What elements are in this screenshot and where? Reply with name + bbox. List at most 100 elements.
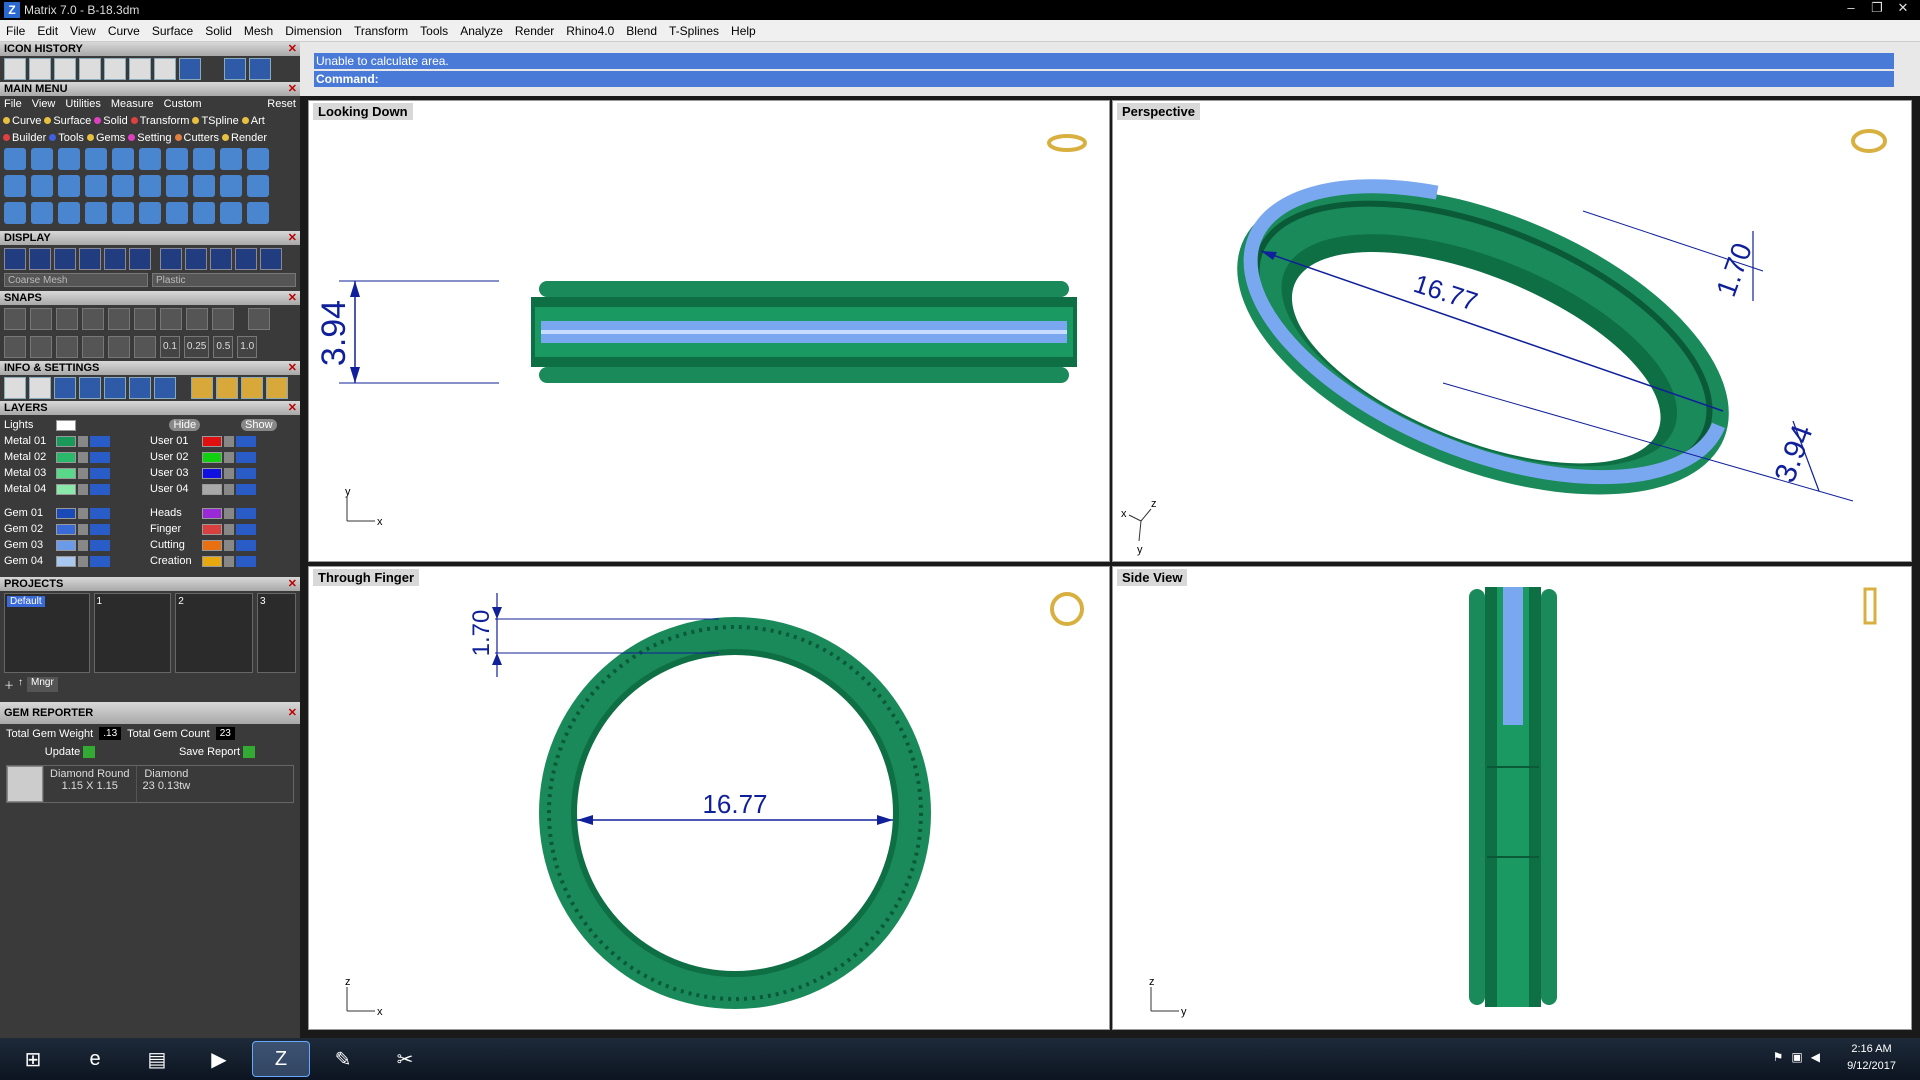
tool-icon[interactable] — [154, 377, 176, 399]
close-icon[interactable]: ✕ — [288, 702, 297, 724]
snap-icon[interactable] — [56, 308, 78, 330]
menu-item-tspline[interactable]: TSpline — [192, 113, 239, 128]
lock-icon[interactable] — [224, 523, 234, 535]
clock[interactable]: 2:16 AM 9/12/2017 — [1847, 1041, 1896, 1075]
visibility-toggle[interactable] — [236, 555, 256, 567]
menu-item-transform[interactable]: Transform — [130, 113, 189, 128]
tool-icon[interactable] — [247, 148, 269, 170]
view-orientation-ring-icon[interactable] — [1863, 587, 1877, 625]
layer-color-swatch[interactable] — [202, 523, 222, 535]
add-icon[interactable]: ＋ — [4, 677, 14, 692]
lock-icon[interactable] — [224, 451, 234, 463]
history-tool-icon[interactable] — [29, 58, 51, 80]
visibility-toggle[interactable] — [90, 523, 110, 535]
tool-icon[interactable] — [54, 377, 76, 399]
tool-icon[interactable] — [166, 202, 188, 224]
snap-icon[interactable] — [212, 308, 234, 330]
tool-icon[interactable] — [216, 377, 238, 399]
menu-item-curve[interactable]: Curve — [3, 113, 41, 128]
layer-color-swatch[interactable] — [202, 555, 222, 567]
tool-icon[interactable] — [4, 202, 26, 224]
snap-icon[interactable] — [186, 308, 208, 330]
visibility-toggle[interactable] — [236, 539, 256, 551]
snap-icon[interactable] — [30, 336, 52, 358]
layer-item[interactable]: Gem 03 — [4, 539, 150, 551]
tool-icon[interactable] — [193, 148, 215, 170]
tool-icon[interactable] — [193, 175, 215, 197]
display-mode-icon[interactable] — [29, 248, 51, 270]
app-taskbar-icon[interactable]: ✂ — [376, 1041, 434, 1077]
display-mode-icon[interactable] — [54, 248, 76, 270]
layer-item[interactable]: Metal 02 — [4, 451, 150, 463]
layer-color-swatch[interactable] — [202, 539, 222, 551]
lock-icon[interactable] — [78, 451, 88, 463]
project-default[interactable]: Default — [7, 596, 45, 607]
snap-icon[interactable] — [134, 336, 156, 358]
tool-icon[interactable] — [58, 148, 80, 170]
project-slot-1[interactable]: 1 — [97, 596, 103, 607]
display-mode-icon[interactable] — [79, 248, 101, 270]
arrow-left-icon[interactable] — [224, 58, 246, 80]
lock-icon[interactable] — [224, 507, 234, 519]
close-icon[interactable]: ✕ — [288, 291, 297, 305]
settings-icon[interactable] — [4, 377, 26, 399]
menu-render[interactable]: Render — [509, 24, 560, 38]
lock-icon[interactable] — [224, 483, 234, 495]
layer-color-swatch[interactable] — [56, 507, 76, 519]
snap-value-05[interactable]: 0.5 — [213, 336, 234, 358]
tool-icon[interactable] — [31, 175, 53, 197]
snap-icon[interactable] — [160, 308, 182, 330]
command-input[interactable]: Command: — [314, 71, 1894, 87]
material-icon[interactable] — [260, 248, 282, 270]
tool-icon[interactable] — [139, 148, 161, 170]
media-player-icon[interactable]: ▶ — [190, 1041, 248, 1077]
close-button[interactable]: ✕ — [1892, 0, 1914, 16]
viewport-looking-down[interactable]: 3.94 y x Looking Down — [308, 100, 1110, 562]
menu-item-gems[interactable]: Gems — [86, 130, 125, 145]
hide-button[interactable]: Hide — [169, 419, 201, 431]
menu-view[interactable]: View — [64, 24, 102, 38]
lock-icon[interactable] — [78, 483, 88, 495]
matrix-taskbar-icon[interactable]: Z — [252, 1041, 310, 1077]
visibility-toggle[interactable] — [90, 451, 110, 463]
layer-color-swatch[interactable] — [56, 523, 76, 535]
tool-icon[interactable] — [139, 175, 161, 197]
lock-icon[interactable] — [78, 507, 88, 519]
snap-icon[interactable] — [108, 308, 130, 330]
display-mode-icon[interactable] — [104, 248, 126, 270]
close-icon[interactable]: ✕ — [288, 231, 297, 245]
flag-icon[interactable]: ⚑ — [1773, 1050, 1784, 1064]
tool-icon[interactable] — [220, 175, 242, 197]
material-icon[interactable] — [185, 248, 207, 270]
tool-icon[interactable] — [58, 175, 80, 197]
project-slot-2[interactable]: 2 — [178, 596, 184, 607]
view-orientation-ring-icon[interactable] — [1050, 592, 1084, 626]
layer-item[interactable]: Gem 02 — [4, 523, 150, 535]
update-button[interactable]: Update — [45, 746, 96, 759]
snap-icon[interactable] — [4, 336, 26, 358]
material-icon[interactable] — [235, 248, 257, 270]
tab-file[interactable]: File — [4, 98, 22, 110]
menu-mesh[interactable]: Mesh — [238, 24, 279, 38]
file-explorer-icon[interactable]: ▤ — [128, 1041, 186, 1077]
menu-rhino4[interactable]: Rhino4.0 — [560, 24, 620, 38]
visibility-toggle[interactable] — [236, 507, 256, 519]
tool-icon[interactable] — [220, 202, 242, 224]
material-icon[interactable] — [210, 248, 232, 270]
snap-icon[interactable] — [248, 308, 270, 330]
snap-icon[interactable] — [82, 336, 104, 358]
menu-surface[interactable]: Surface — [146, 24, 199, 38]
menu-item-setting[interactable]: Setting — [128, 130, 172, 145]
display-mode-icon[interactable] — [4, 248, 26, 270]
menu-item-solid[interactable]: Solid — [94, 113, 128, 128]
history-tool-icon[interactable] — [54, 58, 76, 80]
menu-edit[interactable]: Edit — [31, 24, 64, 38]
menu-tools[interactable]: Tools — [414, 24, 454, 38]
menu-item-cutters[interactable]: Cutters — [174, 130, 219, 145]
paint-icon[interactable]: ✎ — [314, 1041, 372, 1077]
tool-icon[interactable] — [58, 202, 80, 224]
tool-icon[interactable] — [166, 175, 188, 197]
tool-icon[interactable] — [139, 202, 161, 224]
tool-icon[interactable] — [247, 175, 269, 197]
up-icon[interactable]: ↑ — [18, 677, 23, 692]
